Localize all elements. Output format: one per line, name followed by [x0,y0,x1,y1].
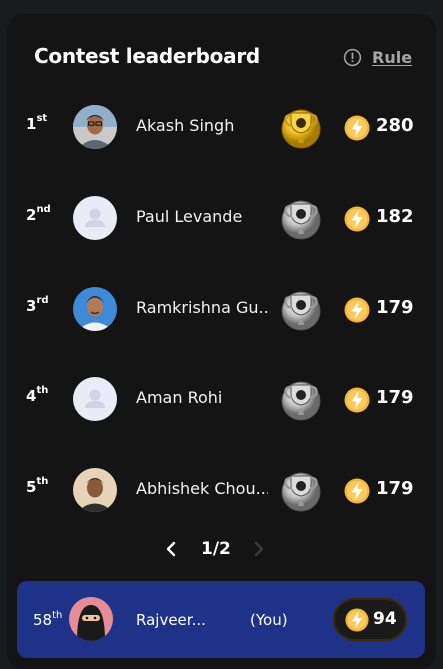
page-indicator: 1/2 [201,539,231,559]
player-name: Rajveer... [136,611,206,629]
score-value: 179 [376,478,414,499]
score-value: 179 [376,297,414,318]
avatar [73,196,117,240]
rank-label: 4th [26,385,49,405]
rank-label: 3rd [26,295,49,315]
pagination: 1/2 [0,538,443,562]
you-label: (You) [250,611,288,629]
score-value: 94 [373,609,397,629]
silver-trophy-icon [281,291,321,331]
player-name: Abhishek Chou... [136,479,268,498]
chevron-left-icon[interactable] [164,540,178,558]
rule-link[interactable]: Rule [372,48,412,67]
rank-label: 2nd [26,204,51,224]
chevron-right-icon[interactable] [252,540,266,558]
avatar [73,468,117,512]
lightning-icon [344,387,370,413]
silver-trophy-icon [281,472,321,512]
rank-label: 58th [33,610,63,629]
avatar [73,287,117,331]
score-value: 280 [376,115,414,136]
player-name: Ramkrishna Gu... [136,298,268,317]
current-user-row[interactable]: 58th Rajveer... (You) 94 [17,581,425,658]
leaderboard-row[interactable]: 3rd Ramkrishna Gu... 179 [0,285,443,333]
leaderboard-row[interactable]: 2nd Paul Levande 182 [0,194,443,242]
avatar [69,597,113,641]
lightning-icon [345,608,369,632]
score-value: 179 [376,387,414,408]
silver-trophy-icon [281,200,321,240]
lightning-icon [344,206,370,232]
player-name: Akash Singh [136,116,235,135]
lightning-icon [344,478,370,504]
avatar [73,377,117,421]
player-name: Paul Levande [136,207,243,226]
player-name: Aman Rohi [136,388,223,407]
score-value: 182 [376,206,414,227]
leaderboard-row[interactable]: 5th Abhishek Chou... 179 [0,466,443,514]
leaderboard-row[interactable]: 4th Aman Rohi 179 [0,375,443,423]
rank-label: 5th [26,476,49,496]
gold-trophy-icon [281,109,321,149]
page-title: Contest leaderboard [34,44,260,68]
lightning-icon [344,115,370,141]
leaderboard-row[interactable]: 1st Akash Singh 280 [0,103,443,151]
score-pill: 94 [333,598,407,641]
rank-label: 1st [26,113,48,133]
info-icon [343,48,362,67]
lightning-icon [344,297,370,323]
silver-trophy-icon [281,381,321,421]
avatar [73,105,117,149]
rule-link-group[interactable]: Rule [343,48,412,67]
